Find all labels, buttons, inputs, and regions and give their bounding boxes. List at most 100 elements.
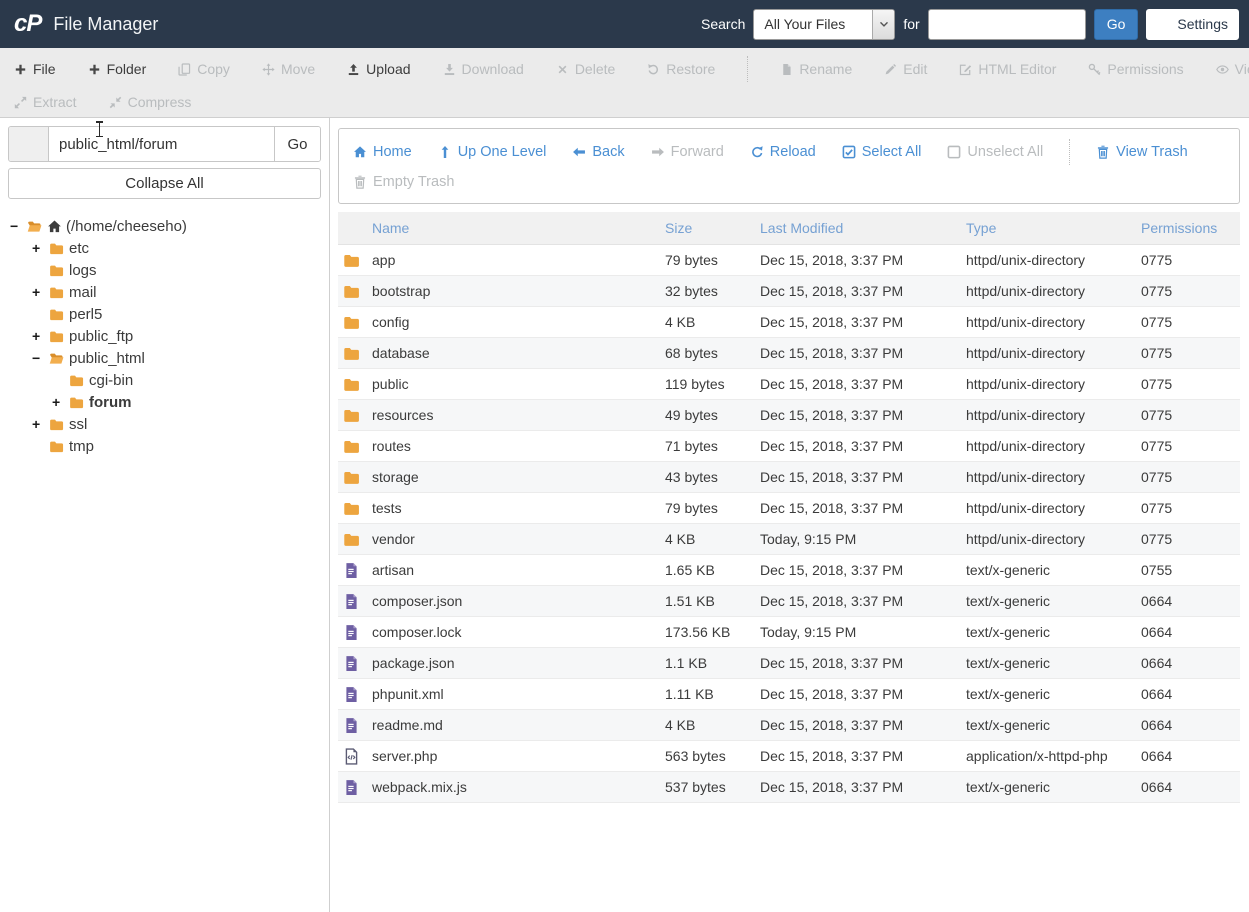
file-row-routes[interactable]: routes 71 bytes Dec 15, 2018, 3:37 PM httpd… (338, 431, 1240, 462)
file-type: httpd/unix-directory (966, 283, 1086, 299)
search-input[interactable] (927, 8, 1086, 40)
nav-button-reload[interactable]: Reload (750, 144, 816, 160)
file-name: webpack.mix.js (372, 779, 467, 795)
column-header-last-modified[interactable]: Last Modified (760, 220, 966, 236)
file-modified: Dec 15, 2018, 3:37 PM (760, 593, 904, 609)
nav-button-back[interactable]: Back (572, 144, 625, 160)
upload-icon (347, 63, 360, 76)
tree-item-public-html[interactable]: − public_html (8, 347, 321, 369)
file-type: application/x-httpd-php (966, 748, 1108, 764)
file-row-artisan[interactable]: artisan 1.65 KB Dec 15, 2018, 3:37 PM text/… (338, 555, 1240, 586)
column-header-size[interactable]: Size (665, 220, 760, 236)
file-row-app[interactable]: app 79 bytes Dec 15, 2018, 3:37 PM httpd/un… (338, 245, 1240, 276)
file-row-resources[interactable]: resources 49 bytes Dec 15, 2018, 3:37 PM ht… (338, 400, 1240, 431)
file-row-webpack-mix-js[interactable]: webpack.mix.js 537 bytes Dec 15, 2018, 3:3… (338, 772, 1240, 803)
toolbar-button-file[interactable]: File (14, 61, 56, 77)
path-input[interactable] (49, 127, 274, 161)
home-icon[interactable] (9, 127, 49, 161)
file-name: routes (372, 438, 411, 454)
php-file-icon (338, 747, 372, 765)
nav-button-forward: Forward (651, 144, 724, 160)
file-row-config[interactable]: config 4 KB Dec 15, 2018, 3:37 PM httpd/uni… (338, 307, 1240, 338)
file-modified: Dec 15, 2018, 3:37 PM (760, 562, 904, 578)
toolbar-divider (1069, 139, 1071, 165)
text-file-icon (338, 655, 372, 672)
file-row-server-php[interactable]: server.php 563 bytes Dec 15, 2018, 3:37 PM… (338, 741, 1240, 772)
text-file-icon (338, 624, 372, 641)
collapse-minus-icon[interactable]: − (10, 218, 26, 234)
file-permissions: 0775 (1141, 407, 1173, 423)
key-icon (1088, 63, 1101, 76)
file-modified: Dec 15, 2018, 3:37 PM (760, 407, 904, 423)
path-input-group: Go (8, 126, 321, 162)
tree-item-logs[interactable]: logs (8, 259, 321, 281)
tree-item-ssl[interactable]: + ssl (8, 413, 321, 435)
folder-icon (338, 376, 372, 393)
expand-plus-icon[interactable]: + (32, 284, 48, 300)
file-row-public[interactable]: public 119 bytes Dec 15, 2018, 3:37 PM http… (338, 369, 1240, 400)
up-one-level-icon (438, 145, 452, 159)
path-go-button[interactable]: Go (274, 127, 320, 161)
tree-item-mail[interactable]: + mail (8, 281, 321, 303)
file-size: 1.65 KB (665, 562, 715, 578)
column-header-name[interactable]: Name (372, 220, 665, 236)
file-permissions: 0664 (1141, 624, 1173, 640)
file-table-body: app 79 bytes Dec 15, 2018, 3:37 PM httpd/un… (338, 245, 1240, 803)
file-size: 1.51 KB (665, 593, 715, 609)
file-type: httpd/unix-directory (966, 469, 1086, 485)
tree-item-cgi-bin[interactable]: cgi-bin (8, 369, 321, 391)
expand-plus-icon[interactable]: + (32, 328, 48, 344)
collapse-minus-icon[interactable]: − (32, 350, 48, 366)
file-size: 1.1 KB (665, 655, 708, 671)
tree-item-label: public_ftp (69, 327, 134, 345)
search-go-button[interactable]: Go (1093, 8, 1139, 40)
file-modified: Dec 15, 2018, 3:37 PM (760, 748, 904, 764)
file-type: text/x-generic (966, 624, 1051, 640)
tree-item--home-cheeseho-[interactable]: − (/home/cheeseho) (8, 215, 321, 237)
file-size: 4 KB (665, 531, 696, 547)
tree-item-tmp[interactable]: tmp (8, 435, 321, 457)
cpanel-logo[interactable]: cP (14, 10, 42, 38)
file-type: httpd/unix-directory (966, 376, 1086, 392)
toolbar-button-folder[interactable]: Folder (88, 61, 146, 77)
column-header-permissions[interactable]: Permissions (1141, 220, 1240, 236)
file-permissions: 0775 (1141, 283, 1173, 299)
folder-icon (48, 329, 65, 344)
file-row-bootstrap[interactable]: bootstrap 32 bytes Dec 15, 2018, 3:37 PM ht… (338, 276, 1240, 307)
home-icon (47, 219, 62, 234)
expand-plus-icon[interactable]: + (32, 240, 48, 256)
nav-button-select-all[interactable]: Select All (842, 144, 921, 160)
collapse-all-button[interactable]: Collapse All (8, 168, 321, 199)
file-row-tests[interactable]: tests 79 bytes Dec 15, 2018, 3:37 PM httpd/… (338, 493, 1240, 524)
nav-button-up-one-level[interactable]: Up One Level (438, 144, 546, 160)
file-row-vendor[interactable]: vendor 4 KB Today, 9:15 PM httpd/unix-direc… (338, 524, 1240, 555)
tree-item-etc[interactable]: + etc (8, 237, 321, 259)
expand-plus-icon[interactable]: + (32, 416, 48, 432)
file-row-package-json[interactable]: package.json 1.1 KB Dec 15, 2018, 3:37 PM t… (338, 648, 1240, 679)
plus-icon (14, 63, 27, 76)
file-row-phpunit-xml[interactable]: phpunit.xml 1.11 KB Dec 15, 2018, 3:37 PM t… (338, 679, 1240, 710)
file-row-readme-md[interactable]: readme.md 4 KB Dec 15, 2018, 3:37 PM text/x… (338, 710, 1240, 741)
expand-plus-icon[interactable]: + (52, 394, 68, 410)
column-header-type[interactable]: Type (966, 220, 1141, 236)
file-type: httpd/unix-directory (966, 438, 1086, 454)
file-row-composer-json[interactable]: composer.json 1.51 KB Dec 15, 2018, 3:37 P… (338, 586, 1240, 617)
file-permissions: 0664 (1141, 717, 1173, 733)
tree-item-public-ftp[interactable]: + public_ftp (8, 325, 321, 347)
gear-icon (1157, 17, 1171, 31)
file-row-composer-lock[interactable]: composer.lock 173.56 KB Today, 9:15 PM text… (338, 617, 1240, 648)
toolbar-divider (747, 56, 749, 82)
content-area: Go Collapse All − (/home/cheeseho) + etc log… (0, 118, 1249, 912)
for-label: for (903, 16, 920, 32)
nav-button-view-trash[interactable]: View Trash (1096, 144, 1188, 160)
toolbar-button-view: View (1215, 61, 1249, 77)
nav-button-home[interactable]: Home (353, 144, 412, 160)
search-scope-select[interactable]: All Your Files (753, 8, 896, 40)
settings-button[interactable]: Settings (1146, 8, 1239, 40)
html-editor-icon (959, 63, 972, 76)
tree-item-forum[interactable]: + forum (8, 391, 321, 413)
toolbar-button-upload[interactable]: Upload (347, 61, 411, 77)
file-row-database[interactable]: database 68 bytes Dec 15, 2018, 3:37 PM htt… (338, 338, 1240, 369)
tree-item-perl5[interactable]: perl5 (8, 303, 321, 325)
file-row-storage[interactable]: storage 43 bytes Dec 15, 2018, 3:37 PM http… (338, 462, 1240, 493)
